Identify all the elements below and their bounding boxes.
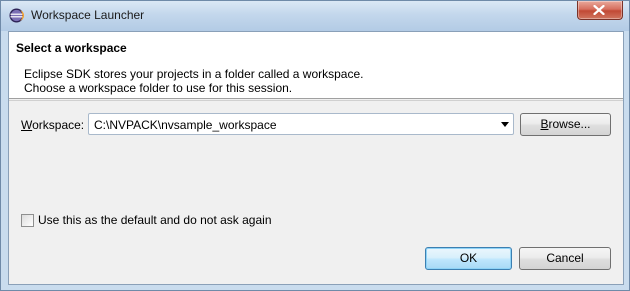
default-workspace-checkbox-label[interactable]: Use this as the default and do not ask a… <box>38 213 272 227</box>
banner-description-line-2: Choose a workspace folder to use for thi… <box>24 81 293 95</box>
eclipse-icon <box>9 8 25 23</box>
workspace-launcher-dialog: Workspace Launcher Select a workspace Ec… <box>0 0 630 291</box>
workspace-label: Workspace: <box>21 118 84 132</box>
close-button[interactable] <box>577 1 623 20</box>
cancel-button[interactable]: Cancel <box>519 247 611 270</box>
workspace-combo[interactable]: C:\NVPACK\nvsample_workspace <box>88 113 514 135</box>
ok-button[interactable]: OK <box>425 247 512 270</box>
separator <box>9 100 623 101</box>
browse-label-rest: rowse... <box>548 117 591 131</box>
workspace-label-mnemonic: W <box>21 118 33 132</box>
browse-mnemonic: B <box>540 117 549 131</box>
workspace-label-rest: orkspace: <box>32 118 85 132</box>
workspace-path-value[interactable]: C:\NVPACK\nvsample_workspace <box>94 118 277 132</box>
close-icon <box>593 5 605 15</box>
default-workspace-checkbox[interactable] <box>21 214 34 227</box>
dialog-body: Select a workspace Eclipse SDK stores yo… <box>8 31 624 285</box>
window-title: Workspace Launcher <box>31 8 145 22</box>
browse-button[interactable]: Browse... <box>520 113 611 136</box>
banner-description-line-1: Eclipse SDK stores your projects in a fo… <box>24 67 364 81</box>
chevron-down-icon[interactable] <box>501 122 509 127</box>
banner-heading: Select a workspace <box>16 41 127 55</box>
header-banner: Select a workspace Eclipse SDK stores yo… <box>9 32 623 99</box>
title-bar[interactable]: Workspace Launcher <box>1 1 629 31</box>
